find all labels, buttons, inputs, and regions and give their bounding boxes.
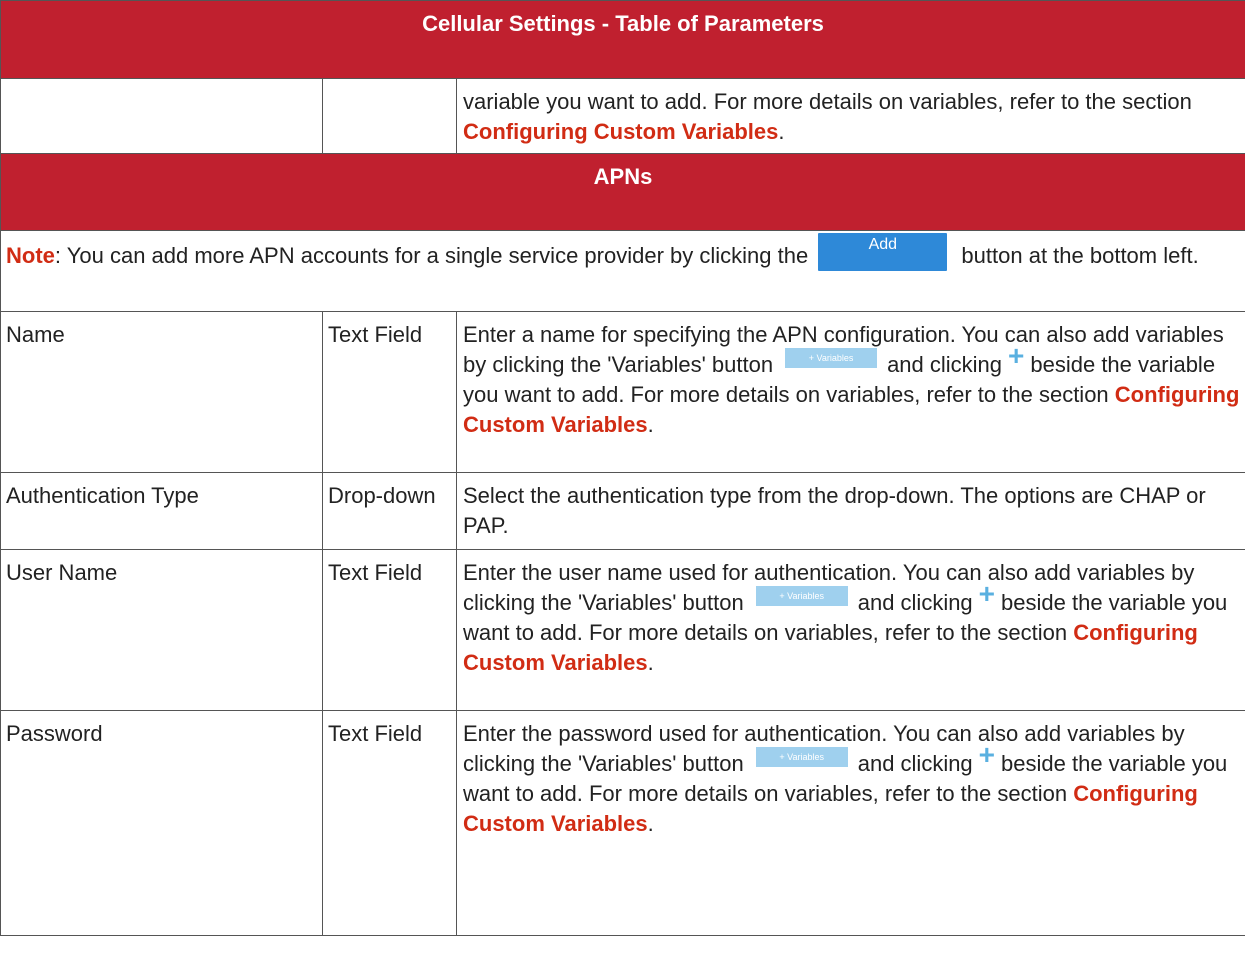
note-text-after: button at the bottom left. [955, 243, 1199, 268]
period: . [778, 119, 785, 144]
continuation-row: variable you want to add. For more detai… [0, 78, 1245, 154]
param-name: User Name [0, 549, 323, 711]
empty-cell [0, 78, 323, 154]
param-type: Text Field [322, 311, 457, 473]
period: . [647, 412, 654, 437]
param-type: Text Field [322, 549, 457, 711]
table-row: Authentication Type Drop-down Select the… [0, 472, 1245, 550]
table-row: Password Text Field Enter the password u… [0, 710, 1245, 936]
period: . [647, 811, 654, 836]
variables-button-image: + Variables [755, 586, 848, 607]
table-row: User Name Text Field Enter the user name… [0, 549, 1245, 711]
table-title: Cellular Settings - Table of Parameters [0, 0, 1245, 79]
param-name: Password [0, 710, 323, 936]
period: . [647, 650, 654, 675]
note-text-before: : You can add more APN accounts for a si… [54, 243, 815, 268]
desc-text: and clicking [887, 352, 1003, 377]
param-name: Authentication Type [0, 472, 323, 550]
continuation-text: variable you want to add. For more detai… [463, 89, 1192, 114]
plus-icon: + [1008, 340, 1025, 372]
note-row: Note: You can add more APN accounts for … [0, 230, 1245, 312]
desc-text: and clicking [857, 590, 973, 615]
add-button-image: Add [818, 233, 948, 271]
variables-button-image: + Variables [785, 348, 878, 369]
param-description: Enter the user name used for authenticat… [456, 549, 1245, 711]
apns-title: APNs [0, 153, 1245, 231]
table-row: Name Text Field Enter a name for specify… [0, 311, 1245, 473]
parameters-table: Cellular Settings - Table of Parameters … [0, 0, 1245, 936]
empty-cell [322, 78, 457, 154]
desc-text: and clicking [857, 751, 973, 776]
plus-icon: + [978, 739, 996, 771]
param-type: Text Field [322, 710, 457, 936]
variables-button-image: + Variables [755, 747, 848, 768]
param-type: Drop-down [322, 472, 457, 550]
param-description: Enter a name for specifying the APN conf… [456, 311, 1245, 473]
apns-header-row: APNs [0, 153, 1245, 231]
table-header-row: Cellular Settings - Table of Parameters [0, 0, 1245, 79]
custom-variables-link[interactable]: Configuring Custom Variables [463, 119, 778, 144]
note-label: Note [6, 243, 55, 268]
param-description: Enter the password used for authenticati… [456, 710, 1245, 936]
param-name: Name [0, 311, 323, 473]
continuation-description: variable you want to add. For more detai… [456, 78, 1245, 154]
plus-icon: + [978, 578, 996, 610]
param-description: Select the authentication type from the … [456, 472, 1245, 550]
note-cell: Note: You can add more APN accounts for … [0, 230, 1245, 312]
